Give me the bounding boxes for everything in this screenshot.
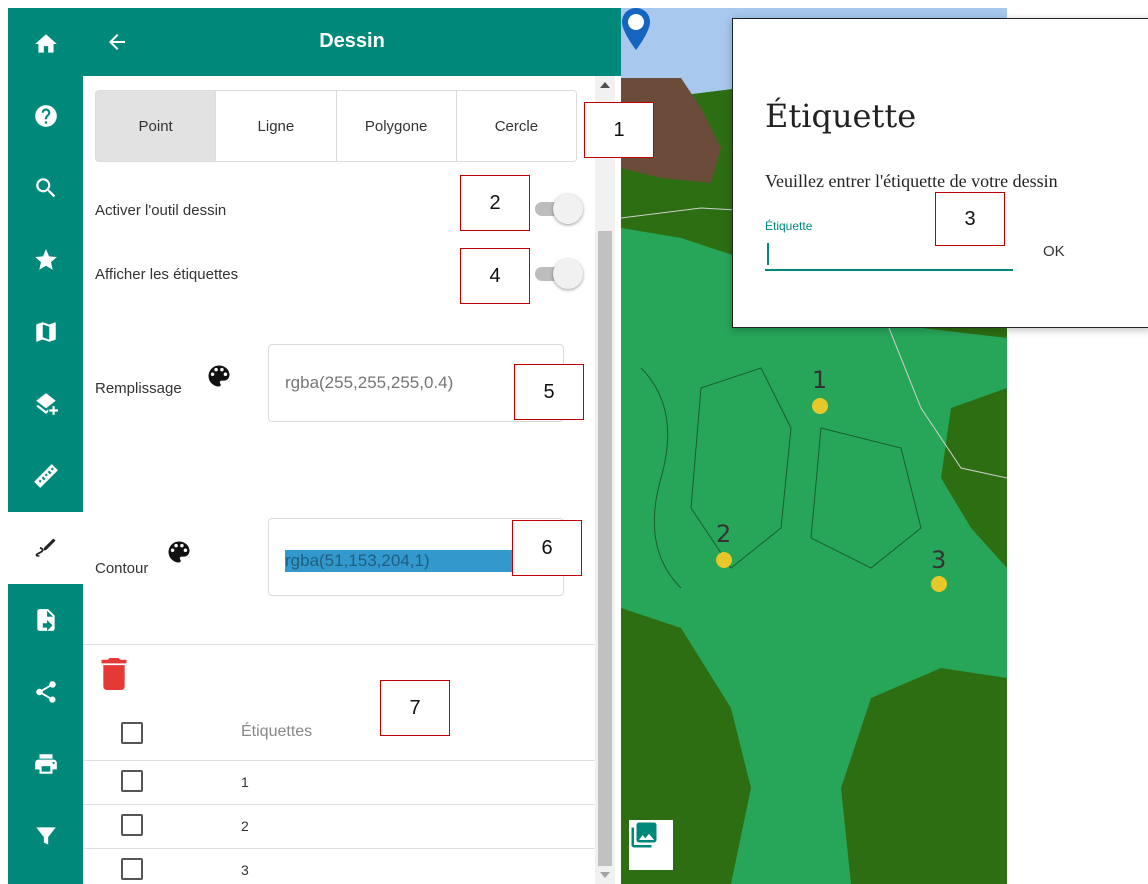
layers-add-icon [35,393,58,415]
file-import-icon [36,609,55,631]
share-button[interactable] [8,656,83,728]
callout-7: 7 [380,680,450,736]
ruler-icon [33,464,58,488]
label-dialog: Étiquette Veuillez entrer l'étiquette de… [732,18,1148,328]
image-icon [631,822,657,848]
scroll-down-icon[interactable] [600,872,610,878]
map-point-label: 2 [716,520,732,548]
map-point-label: 3 [931,546,947,574]
fill-label: Remplissage [95,380,182,397]
map-point[interactable] [931,576,947,592]
outline-label: Contour [95,560,149,577]
row-checkbox-3[interactable] [121,858,143,880]
callout-3: 3 [935,192,1005,246]
geometry-type-selector: Point Ligne Polygone Cercle [95,90,577,162]
tab-polygon[interactable]: Polygone [336,91,457,161]
activate-draw-toggle[interactable] [531,194,583,224]
scroll-thumb[interactable] [598,231,612,866]
filter-icon [35,827,56,845]
map-point[interactable] [812,398,828,414]
filter-button[interactable] [8,800,83,872]
table-divider [83,848,595,849]
table-row: 1 [241,774,249,790]
show-labels-toggle[interactable] [531,259,583,289]
search-icon [35,178,55,198]
panel-title: Dessin [319,30,385,52]
callout-1: 1 [584,102,654,158]
print-icon [34,754,57,774]
outline-color-value: rgba(51,153,204,1) [285,550,549,572]
print-button[interactable] [8,728,83,800]
search-button[interactable] [8,152,83,224]
table-row: 2 [241,818,249,834]
fill-color-value: rgba(255,255,255,0.4) [285,373,454,392]
map-icon [35,322,56,342]
callout-4: 4 [460,248,530,304]
select-all-checkbox[interactable] [121,722,143,744]
import-export-button[interactable] [8,584,83,656]
label-field-label: Étiquette [765,219,813,233]
table-row: 3 [241,862,249,878]
table-divider [83,760,595,761]
draw-panel: Point Ligne Polygone Cercle Activer l'ou… [83,76,621,884]
location-pin-icon[interactable] [621,8,651,50]
text-caret [767,243,769,265]
row-checkbox-2[interactable] [121,814,143,836]
palette-icon [205,362,233,390]
map-point-label: 1 [812,366,828,394]
callout-5: 5 [514,364,584,420]
scroll-up-icon[interactable] [600,82,610,88]
dialog-title: Étiquette [765,97,917,135]
help-button[interactable] [8,80,83,152]
basemap-switcher-button[interactable] [629,820,673,870]
panel-scrollbar[interactable] [595,76,615,884]
tab-line[interactable]: Ligne [216,91,337,161]
delete-button[interactable] [101,658,127,690]
callout-6: 6 [512,520,582,576]
trash-icon [101,658,127,690]
home-icon [34,34,57,53]
palette-icon [165,538,193,566]
home-button[interactable] [8,8,83,80]
measure-button[interactable] [8,440,83,512]
draw-button[interactable] [8,512,83,584]
panel-header: Dessin [83,8,621,76]
help-icon [34,105,57,127]
map-point[interactable] [716,552,732,568]
favorites-button[interactable] [8,224,83,296]
row-checkbox-1[interactable] [121,770,143,792]
show-labels-label: Afficher les étiquettes [95,266,239,283]
callout-2: 2 [460,175,530,231]
share-icon [35,681,56,703]
ok-button[interactable]: OK [1043,243,1065,260]
table-divider [83,804,595,805]
draw-icon [35,538,56,557]
tab-point[interactable]: Point [96,91,217,161]
tab-circle[interactable]: Cercle [456,91,576,161]
star-icon [34,249,57,270]
activate-draw-label: Activer l'outil dessin [95,202,227,219]
map-button[interactable] [8,296,83,368]
divider [83,644,595,645]
add-layers-button[interactable] [8,368,83,440]
left-toolbar [8,8,83,884]
dialog-message: Veuillez entrer l'étiquette de votre des… [765,171,1058,191]
labels-column-header: Étiquettes [241,723,313,740]
